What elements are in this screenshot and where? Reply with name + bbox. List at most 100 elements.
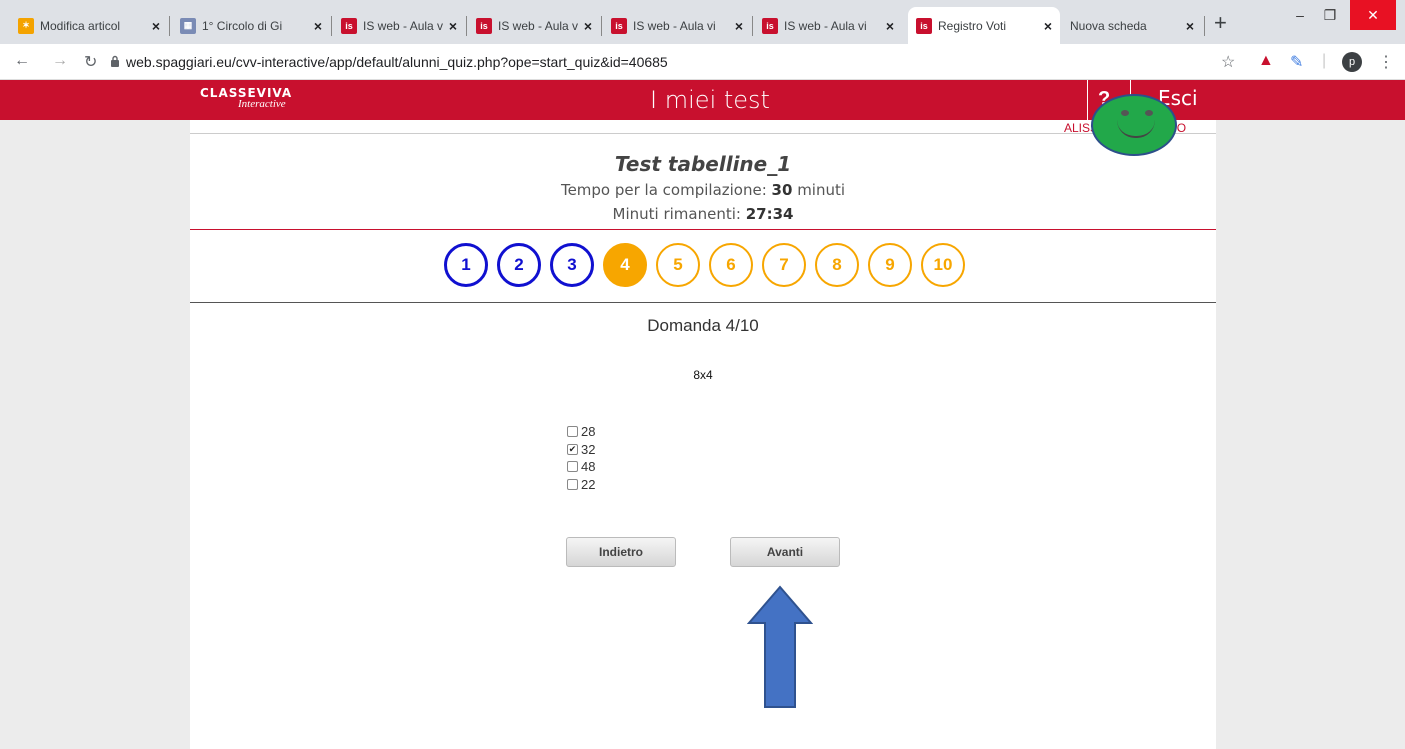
question-nav-button[interactable]: 3 xyxy=(550,243,594,287)
is-icon: is xyxy=(341,17,357,34)
minimize-icon[interactable]: – xyxy=(1286,0,1314,30)
question-nav-button-current[interactable]: 4 xyxy=(603,243,647,287)
tab-separator xyxy=(331,16,332,36)
school-icon: ▦ xyxy=(180,17,196,34)
browser-tab[interactable]: is IS web - Aula vi × xyxy=(754,7,902,44)
back-icon[interactable]: ← xyxy=(14,52,30,70)
question-header: Domanda 4/10 xyxy=(647,316,759,335)
question-nav-button[interactable]: 1 xyxy=(444,243,488,287)
close-tab-icon[interactable]: × xyxy=(735,18,743,34)
browser-tab[interactable]: is IS web - Aula vi × xyxy=(603,7,751,44)
remaining-label: Minuti rimanenti: xyxy=(612,205,746,223)
tab-title: Registro Voti xyxy=(938,18,1007,33)
next-button[interactable]: Avanti xyxy=(730,537,840,567)
profile-avatar[interactable]: p xyxy=(1342,52,1362,72)
question-nav-button[interactable]: 5 xyxy=(656,243,700,287)
tab-separator xyxy=(169,16,170,36)
close-tab-icon[interactable]: × xyxy=(314,18,322,34)
browser-tab[interactable]: is IS web - Aula vi × xyxy=(333,7,465,44)
time-label: Tempo per la compilazione: xyxy=(560,181,772,199)
up-arrow-icon xyxy=(747,585,813,708)
answer-option[interactable]: 22 xyxy=(567,476,595,494)
feather-extension-icon[interactable]: ✎ xyxy=(1290,52,1303,72)
answer-option[interactable]: 48 xyxy=(567,458,595,476)
close-tab-icon[interactable]: × xyxy=(886,18,894,34)
browser-tab[interactable]: Nuova scheda × xyxy=(1062,7,1202,44)
is-icon: is xyxy=(611,17,627,34)
remaining-value: 27:34 xyxy=(745,205,794,223)
answer-label: 22 xyxy=(581,476,596,492)
is-icon: is xyxy=(916,17,932,34)
smiley-face-icon xyxy=(1091,94,1177,156)
time-allowed: Tempo per la compilazione: 30 minuti xyxy=(190,181,1216,199)
answer-option[interactable]: ✔ 32 xyxy=(567,441,595,459)
browser-tab-active[interactable]: is Registro Voti × xyxy=(908,7,1060,44)
page-title: I miei test xyxy=(650,86,770,114)
tab-title: 1° Circolo di Gi xyxy=(202,18,283,33)
lock-icon xyxy=(111,55,119,67)
browser-tab[interactable]: ✶ Modifica articol × xyxy=(10,7,168,44)
address-toolbar: ← → ↻ web.spaggiari.eu/cvv-interactive/a… xyxy=(0,44,1405,80)
is-icon: is xyxy=(476,17,492,34)
classeviva-logo[interactable]: CLASSEVIVA Interactive xyxy=(200,86,340,114)
tab-title: IS web - Aula vi xyxy=(784,18,867,33)
answer-label: 48 xyxy=(581,459,596,475)
divider xyxy=(190,133,1216,134)
answer-checkbox-checked[interactable]: ✔ xyxy=(567,443,578,455)
tab-title: IS web - Aula vi xyxy=(363,18,443,33)
close-tab-icon[interactable]: × xyxy=(1186,18,1194,34)
close-tab-icon[interactable]: × xyxy=(584,18,592,34)
close-tab-icon[interactable]: × xyxy=(449,18,457,34)
answer-label: 28 xyxy=(581,424,596,440)
question-nav-button[interactable]: 10 xyxy=(921,243,965,287)
reload-icon[interactable]: ↻ xyxy=(84,52,97,72)
test-title: Test tabelline_1 xyxy=(614,152,792,176)
new-tab-icon[interactable]: + xyxy=(1214,10,1227,36)
tab-title: IS web - Aula vi xyxy=(498,18,578,33)
menu-icon[interactable]: ⋮ xyxy=(1378,52,1394,72)
answer-label: 32 xyxy=(581,441,596,457)
header-divider xyxy=(1087,80,1088,120)
browser-tab-strip: ✶ Modifica articol × ▦ 1° Circolo di Gi … xyxy=(0,0,1405,44)
pdf-extension-icon[interactable]: ▲ xyxy=(1258,52,1274,70)
time-remaining: Minuti rimanenti: 27:34 xyxy=(190,205,1216,223)
smiley-mouth xyxy=(1117,120,1155,138)
tab-separator xyxy=(466,16,467,36)
tab-separator xyxy=(601,16,602,36)
tab-separator xyxy=(1204,16,1205,36)
browser-tab[interactable]: is IS web - Aula vi × xyxy=(468,7,600,44)
question-nav-button[interactable]: 7 xyxy=(762,243,806,287)
answer-option[interactable]: 28 xyxy=(567,423,595,441)
question-navigator: 1 2 3 4 5 6 7 8 9 10 xyxy=(444,243,974,287)
bookmark-star-icon[interactable]: ☆ xyxy=(1221,52,1235,72)
tab-separator xyxy=(752,16,753,36)
close-tab-icon[interactable]: × xyxy=(1044,18,1052,34)
toolbar-divider: | xyxy=(1322,52,1327,69)
forward-icon[interactable]: → xyxy=(52,52,68,70)
smiley-eye xyxy=(1121,110,1129,116)
question-text: 8x4 xyxy=(693,368,713,382)
divider xyxy=(190,229,1216,230)
close-tab-icon[interactable]: × xyxy=(152,18,160,34)
answer-checkbox[interactable] xyxy=(567,426,578,438)
tab-title: IS web - Aula vi xyxy=(633,18,716,33)
question-nav-button[interactable]: 6 xyxy=(709,243,753,287)
divider xyxy=(190,302,1216,303)
tab-title: Nuova scheda xyxy=(1070,18,1147,33)
joomla-icon: ✶ xyxy=(18,17,34,34)
question-nav-button[interactable]: 8 xyxy=(815,243,859,287)
question-nav-button[interactable]: 2 xyxy=(497,243,541,287)
answer-checkbox[interactable] xyxy=(567,478,578,490)
restore-icon[interactable]: ❐ xyxy=(1316,0,1344,30)
smiley-eye xyxy=(1145,110,1153,116)
tab-title: Modifica articol xyxy=(40,18,121,33)
question-nav-button[interactable]: 9 xyxy=(868,243,912,287)
back-button[interactable]: Indietro xyxy=(566,537,676,567)
window-close-icon[interactable]: ✕ xyxy=(1350,0,1396,30)
answer-list: 28 ✔ 32 48 22 xyxy=(567,423,595,493)
is-icon: is xyxy=(762,17,778,34)
browser-tab[interactable]: ▦ 1° Circolo di Gi × xyxy=(172,7,330,44)
answer-checkbox[interactable] xyxy=(567,461,578,473)
url-bar[interactable]: web.spaggiari.eu/cvv-interactive/app/def… xyxy=(126,54,668,70)
time-value: 30 xyxy=(771,181,793,199)
